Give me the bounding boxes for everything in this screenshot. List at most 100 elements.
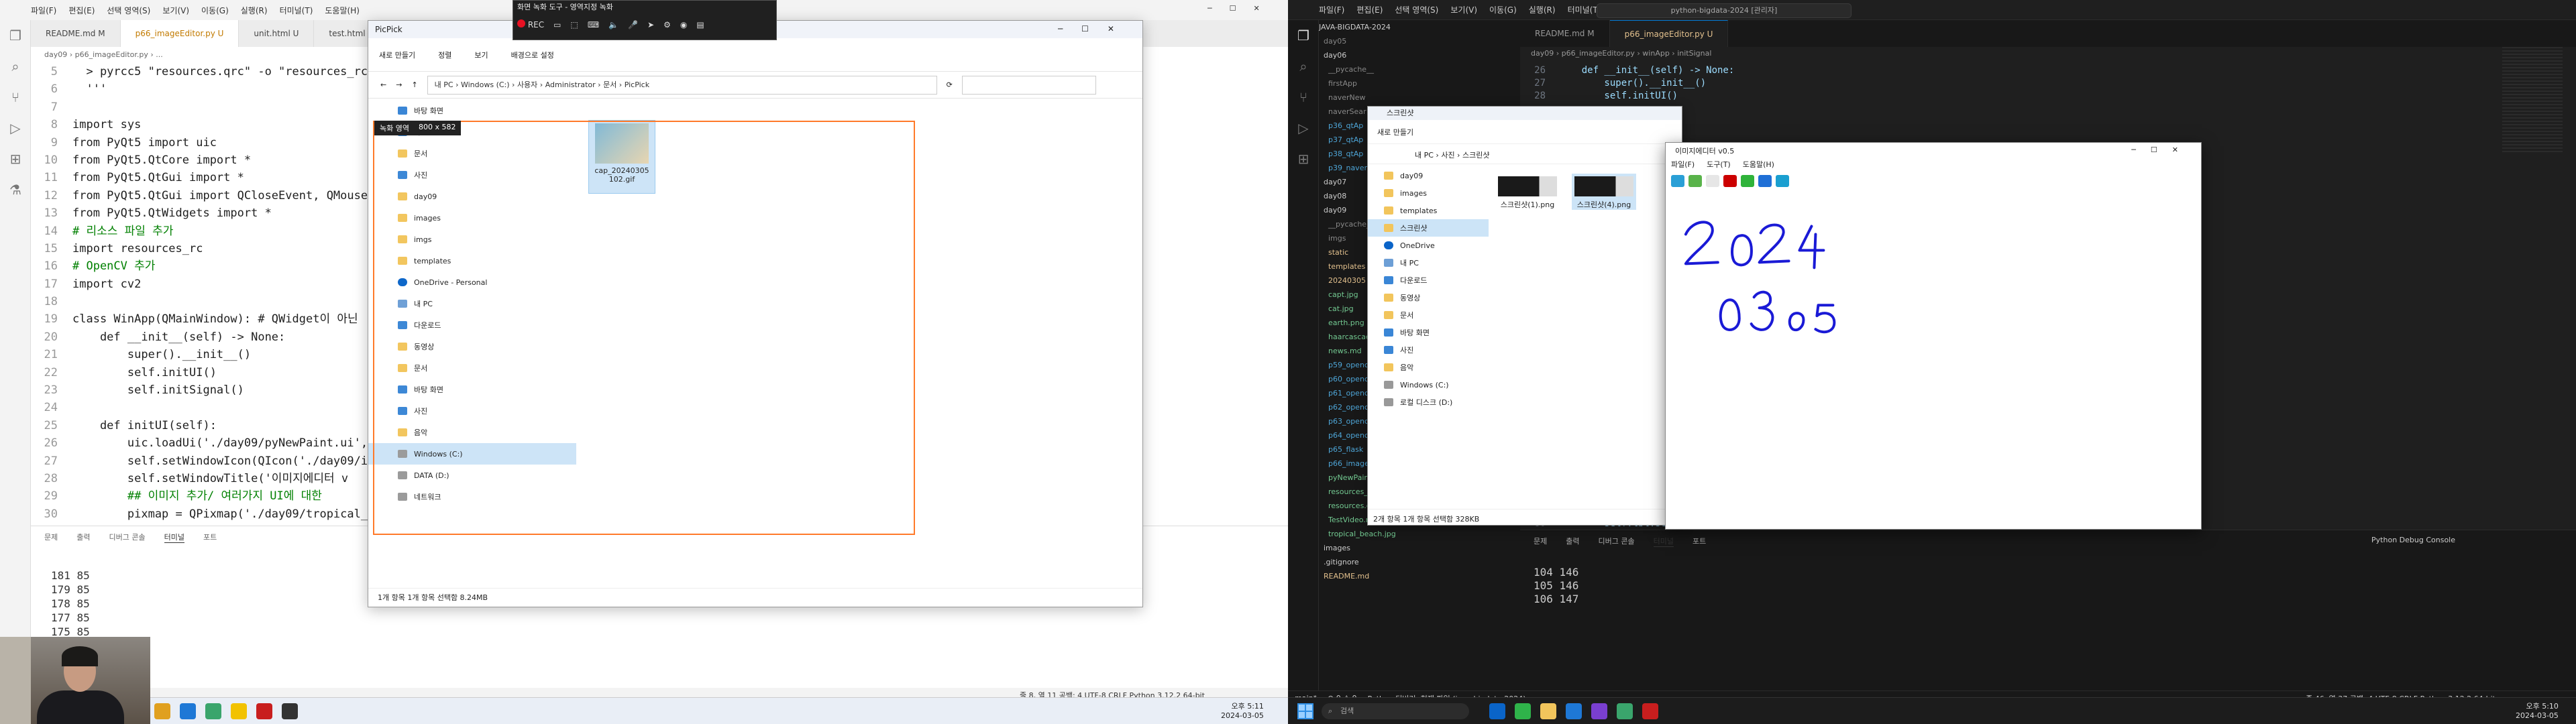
capture-region[interactable]: 녹화 영역 800 x 582 — [373, 121, 915, 535]
nav-item[interactable]: 바탕 화면 — [368, 100, 576, 121]
menu-item[interactable]: 편집(E) — [68, 5, 95, 16]
cursor-icon[interactable]: ➤ — [647, 20, 654, 29]
app-icon[interactable] — [205, 703, 221, 719]
breadcrumb[interactable]: day09 › p66_imageEditor.py › winApp › in… — [1520, 47, 2576, 60]
menu-item[interactable]: 선택 영역(S) — [107, 5, 150, 16]
clock[interactable]: 오후 5:10 2024-03-05 — [2516, 702, 2559, 721]
menu-item[interactable]: 보기(V) — [162, 5, 189, 16]
menu-item[interactable]: 도움말(H) — [1743, 159, 1774, 172]
nav-item[interactable]: 다운로드 — [1368, 272, 1489, 289]
folder-icon[interactable]: ▤ — [696, 20, 704, 29]
tree-item[interactable]: README.md — [1319, 569, 1520, 583]
panel-tab[interactable]: 터미널 — [1653, 536, 1674, 547]
tool-icon[interactable] — [1706, 175, 1719, 187]
menu-item[interactable]: 파일(F) — [1671, 159, 1695, 172]
app-icon[interactable] — [1515, 703, 1531, 719]
explorer-icon[interactable]: ❐ — [1288, 20, 1319, 51]
source-control-icon[interactable]: ⑂ — [0, 82, 31, 113]
app-icon[interactable] — [154, 703, 170, 719]
nav-item[interactable]: 음악 — [1368, 359, 1489, 376]
nav-item[interactable]: images — [1368, 184, 1489, 202]
app-icon[interactable] — [282, 703, 298, 719]
editor-tab[interactable]: p66_imageEditor.py U — [1609, 20, 1729, 47]
tree-item[interactable]: firstApp — [1319, 76, 1520, 90]
up-icon[interactable]: ↑ — [411, 80, 417, 89]
keyboard-icon[interactable]: ⌨ — [588, 20, 599, 29]
record-button[interactable]: REC — [517, 19, 544, 29]
panel-tab[interactable]: 포트 — [203, 532, 217, 543]
nav-item[interactable]: Windows (C:) — [1368, 376, 1489, 394]
close-icon[interactable]: ✕ — [1254, 4, 1260, 13]
editor-tab[interactable]: p66_imageEditor.py U — [120, 20, 239, 47]
nav-item[interactable]: templates — [1368, 202, 1489, 219]
window-controls[interactable]: ─☐✕ — [1058, 24, 1133, 34]
monitor-icon[interactable]: ▭ — [553, 20, 561, 29]
window-controls[interactable]: ─☐✕ — [2131, 145, 2193, 154]
refresh-icon[interactable]: ⟳ — [947, 80, 953, 89]
menu-item[interactable]: 터미널(T) — [280, 5, 313, 16]
tree-item[interactable]: __pycache__ — [1319, 62, 1520, 76]
tree-item[interactable]: naverNew — [1319, 90, 1520, 105]
toolbar-button[interactable]: 보기 — [474, 50, 488, 60]
menu-item[interactable]: 실행(R) — [1529, 4, 1556, 15]
code-area-top[interactable]: 26 def __init__(self) -> None: 27 super()… — [1520, 60, 2576, 103]
app-icon[interactable] — [1617, 703, 1633, 719]
vscode-icon[interactable] — [180, 703, 196, 719]
nav-item[interactable]: 스크린샷 — [1368, 219, 1489, 237]
tool-icon[interactable] — [1741, 175, 1754, 187]
tree-item[interactable]: .gitignore — [1319, 555, 1520, 569]
extensions-icon[interactable]: ⊞ — [0, 143, 31, 174]
tree-item[interactable]: JAVA-BIGDATA-2024 — [1319, 20, 1520, 34]
menu-item[interactable]: 파일(F) — [1319, 4, 1344, 15]
terminal-output[interactable]: 104 146 105 146 106 147 — [1520, 552, 2576, 606]
run-debug-icon[interactable]: ▷ — [1288, 113, 1319, 143]
command-center-search[interactable]: python-bigdata-2024 [관리자] — [1597, 3, 1851, 18]
menu-item[interactable]: 보기(V) — [1450, 4, 1477, 15]
tree-item[interactable]: tropical_beach.jpg — [1319, 527, 1520, 541]
search-icon[interactable]: ⌕ — [0, 51, 31, 82]
search-box[interactable] — [961, 75, 1096, 95]
search-icon[interactable]: ⌕ — [1288, 51, 1319, 82]
debug-console-label[interactable]: Python Debug Console — [2371, 536, 2455, 544]
menu-item[interactable]: 편집(E) — [1356, 4, 1383, 15]
menu-item[interactable]: 터미널(T) — [1568, 4, 1601, 15]
nav-item[interactable]: 동영상 — [1368, 289, 1489, 306]
menu-item[interactable]: 도구(T) — [1707, 159, 1731, 172]
explorer-icon[interactable]: ❐ — [0, 20, 31, 51]
app-icon[interactable] — [1489, 703, 1505, 719]
new-button[interactable]: 새로 만들기 — [1377, 128, 1413, 137]
nav-item[interactable]: 내 PC — [1368, 254, 1489, 272]
source-control-icon[interactable]: ⑂ — [1288, 82, 1319, 113]
tree-item[interactable]: images — [1319, 541, 1520, 555]
region-icon[interactable]: ⬚ — [570, 20, 578, 29]
speaker-icon[interactable]: 🔈 — [608, 20, 619, 29]
tree-item[interactable]: day06 — [1319, 48, 1520, 62]
toolbar-button[interactable]: 정렬 — [438, 50, 451, 60]
app-icon[interactable] — [1642, 703, 1658, 719]
menu-item[interactable]: 이동(G) — [1489, 4, 1517, 15]
nav-item[interactable]: day09 — [1368, 167, 1489, 184]
extensions-icon[interactable]: ⊞ — [1288, 143, 1319, 174]
minimap[interactable] — [2502, 47, 2563, 154]
file-item[interactable]: 스크린샷(4).png — [1572, 174, 1636, 210]
tool-icon[interactable] — [1671, 175, 1684, 187]
menu-item[interactable]: 선택 영역(S) — [1395, 4, 1438, 15]
gear-icon[interactable]: ⚙ — [663, 20, 671, 29]
start-icon[interactable] — [1297, 703, 1313, 719]
panel-tab[interactable]: 터미널 — [164, 532, 184, 543]
tool-icon[interactable] — [1776, 175, 1789, 187]
panel-tab[interactable]: 디버그 콘솔 — [1599, 536, 1635, 547]
panel-tab[interactable]: 출력 — [76, 532, 90, 543]
toolbar-button[interactable]: 새로 만들기 — [379, 50, 415, 60]
vscode-icon[interactable] — [1566, 703, 1582, 719]
maximize-icon[interactable]: ☐ — [1230, 4, 1236, 13]
app-icon[interactable] — [231, 703, 247, 719]
menu-item[interactable]: 실행(R) — [241, 5, 268, 16]
minimize-icon[interactable]: ─ — [1208, 4, 1212, 13]
tool-icon[interactable] — [1688, 175, 1702, 187]
panel-tab[interactable]: 출력 — [1566, 536, 1579, 547]
toolbar-button[interactable]: 배경으로 설정 — [511, 50, 554, 60]
editor-tab[interactable]: unit.html U — [239, 20, 315, 47]
nav-item[interactable]: 로컬 디스크 (D:) — [1368, 394, 1489, 411]
panel-tab[interactable]: 문제 — [1534, 536, 1547, 547]
